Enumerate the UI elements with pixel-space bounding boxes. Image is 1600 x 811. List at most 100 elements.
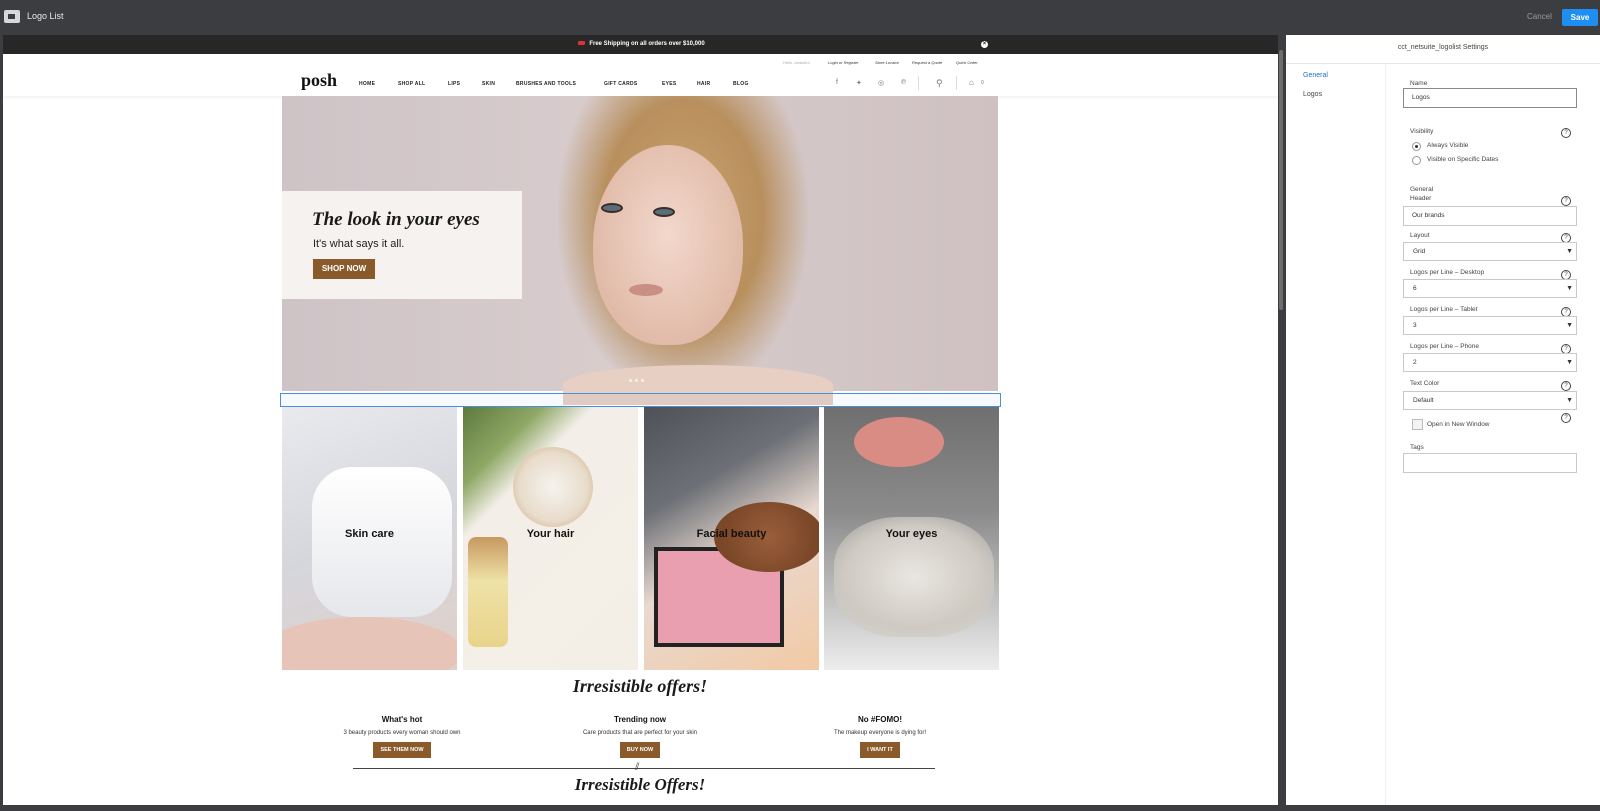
oil-bottle-image (468, 537, 508, 647)
visibility-dates-radio[interactable] (1412, 156, 1421, 165)
visibility-help-icon[interactable]: ? (1561, 128, 1571, 138)
greeting-text: Hello, beautiful (783, 60, 810, 65)
settings-sidebar (1286, 64, 1386, 805)
cart-icon[interactable]: ⌂ (969, 78, 974, 87)
hero-model-lips (629, 284, 663, 296)
offer-whats-hot: What's hot 3 beauty products every woman… (292, 715, 512, 758)
chevron-down-icon: ▼ (1566, 359, 1573, 366)
tablet-label: Logos per Line – Tablet (1410, 306, 1478, 313)
login-link[interactable]: Login or Register (828, 60, 858, 65)
new-window-label: Open in New Window (1427, 421, 1490, 428)
cream-jar-image (312, 467, 452, 617)
see-them-now-button[interactable]: SEE THEM NOW (373, 742, 431, 758)
offer-description: The makeup everyone is dying for! (833, 730, 927, 736)
name-label: Name (1410, 80, 1428, 87)
textcolor-label: Text Color (1410, 380, 1440, 387)
window-title: Logo List (27, 11, 64, 21)
header-divider (918, 76, 919, 90)
preview-scrollbar-thumb[interactable] (1279, 50, 1283, 310)
desktop-value: 6 (1413, 285, 1417, 292)
tablet-value: 3 (1413, 322, 1417, 329)
app-icon (4, 10, 20, 23)
section-divider (353, 768, 935, 769)
visibility-dates-label: Visible on Specific Dates (1427, 156, 1499, 163)
hand-image (282, 617, 457, 670)
tablet-select[interactable]: 3 ▼ (1403, 316, 1577, 335)
search-icon[interactable]: ⚲ (936, 78, 943, 89)
phone-label: Logos per Line – Phone (1410, 343, 1480, 350)
nav-hair[interactable]: HAIR (697, 81, 710, 87)
nav-blog[interactable]: BLOG (733, 81, 749, 87)
textcolor-select[interactable]: Default ▼ (1403, 391, 1577, 410)
phone-select[interactable]: 2 ▼ (1403, 353, 1577, 372)
header-label-line-2: Header (1410, 195, 1432, 202)
editor-top-bar: Logo List Cancel Save (0, 0, 1600, 34)
category-label: Skin care (345, 528, 394, 540)
eyeshadow-palette-image (854, 417, 944, 467)
hero-title: The look in your eyes (312, 209, 480, 230)
nav-brushes-and-tools[interactable]: BRUSHES AND TOOLS (516, 81, 576, 87)
request-quote-link[interactable]: Request a Quote (912, 60, 942, 65)
instagram-icon[interactable]: ◎ (878, 79, 884, 87)
cart-count: 0 (981, 80, 984, 86)
carousel-dots[interactable] (629, 369, 647, 387)
visibility-always-radio[interactable] (1412, 142, 1421, 151)
settings-nav-general[interactable]: General (1303, 72, 1328, 79)
layout-value: Grid (1413, 248, 1426, 255)
buy-now-button[interactable]: BUY NOW (619, 742, 661, 758)
truck-icon (578, 41, 586, 46)
hero-subtitle: It's what says it all. (313, 238, 405, 250)
shop-now-button[interactable]: SHOP NOW (313, 259, 375, 279)
save-button[interactable]: Save (1562, 9, 1598, 26)
category-tile-skin-care[interactable]: Skin care (282, 407, 457, 670)
offer-title: No #FOMO! (858, 715, 902, 724)
new-window-checkbox[interactable] (1412, 419, 1423, 430)
offer-no-fomo: No #FOMO! The makeup everyone is dying f… (770, 715, 990, 758)
chevron-down-icon: ▼ (1566, 322, 1573, 329)
nav-home[interactable]: HOME (359, 81, 375, 87)
quick-order-link[interactable]: Quick Order (956, 60, 978, 65)
store-locator-link[interactable]: Store Locator (875, 60, 899, 65)
header-divider (956, 76, 957, 90)
header-input[interactable]: Our brands (1403, 206, 1577, 226)
hero-model-eye (653, 207, 675, 217)
header-label: General (1410, 186, 1434, 193)
i-want-it-button[interactable]: I WANT IT (860, 742, 900, 758)
chevron-down-icon: ▼ (1566, 248, 1573, 255)
settings-nav-logos[interactable]: Logos (1303, 91, 1322, 98)
category-label: Facial beauty (696, 528, 767, 540)
cancel-button[interactable]: Cancel (1527, 12, 1552, 21)
layout-select[interactable]: Grid ▼ (1403, 242, 1577, 261)
desktop-label: Logos per Line – Desktop (1410, 269, 1485, 276)
new-window-help-icon[interactable]: ? (1561, 413, 1571, 423)
nav-shop-all[interactable]: SHOP ALL (398, 81, 425, 87)
category-tile-your-eyes[interactable]: Your eyes (824, 407, 999, 670)
nav-eyes[interactable]: EYES (662, 81, 677, 87)
offer-title: Trending now (614, 715, 666, 724)
layout-label: Layout (1410, 232, 1430, 239)
tags-input[interactable] (1403, 453, 1577, 473)
twitter-icon[interactable]: ✦ (856, 79, 862, 87)
settings-panel: cct_netsuite_logolist Settings General L… (1286, 35, 1600, 805)
promo-bar: Free Shipping on all orders over $10,000… (3, 35, 1280, 54)
pinterest-icon[interactable]: ℗ (901, 79, 906, 86)
chevron-down-icon: ▼ (1566, 397, 1573, 404)
site-preview[interactable]: Free Shipping on all orders over $10,000… (3, 35, 1280, 805)
facebook-icon[interactable]: f (836, 79, 838, 86)
name-input[interactable]: Logos (1403, 88, 1577, 108)
category-tile-your-hair[interactable]: Your hair (463, 407, 638, 670)
offer-description: 3 beauty products every woman should own (343, 730, 461, 736)
promo-text: Free Shipping on all orders over $10,000 (589, 41, 705, 47)
header-help-icon[interactable]: ? (1561, 196, 1571, 206)
logo-list-placeholder[interactable] (280, 393, 1001, 407)
chevron-down-icon: ▼ (1566, 285, 1573, 292)
close-icon[interactable]: × (981, 41, 988, 48)
desktop-select[interactable]: 6 ▼ (1403, 279, 1577, 298)
nav-gift-cards[interactable]: GIFT CARDS (604, 81, 638, 87)
nav-skin[interactable]: SKIN (482, 81, 495, 87)
hero-model-face (593, 145, 743, 345)
textcolor-help-icon[interactable]: ? (1561, 381, 1571, 391)
site-logo[interactable]: posh (301, 70, 337, 91)
category-tile-facial-beauty[interactable]: Facial beauty (644, 407, 819, 670)
nav-lips[interactable]: LIPS (448, 81, 460, 87)
